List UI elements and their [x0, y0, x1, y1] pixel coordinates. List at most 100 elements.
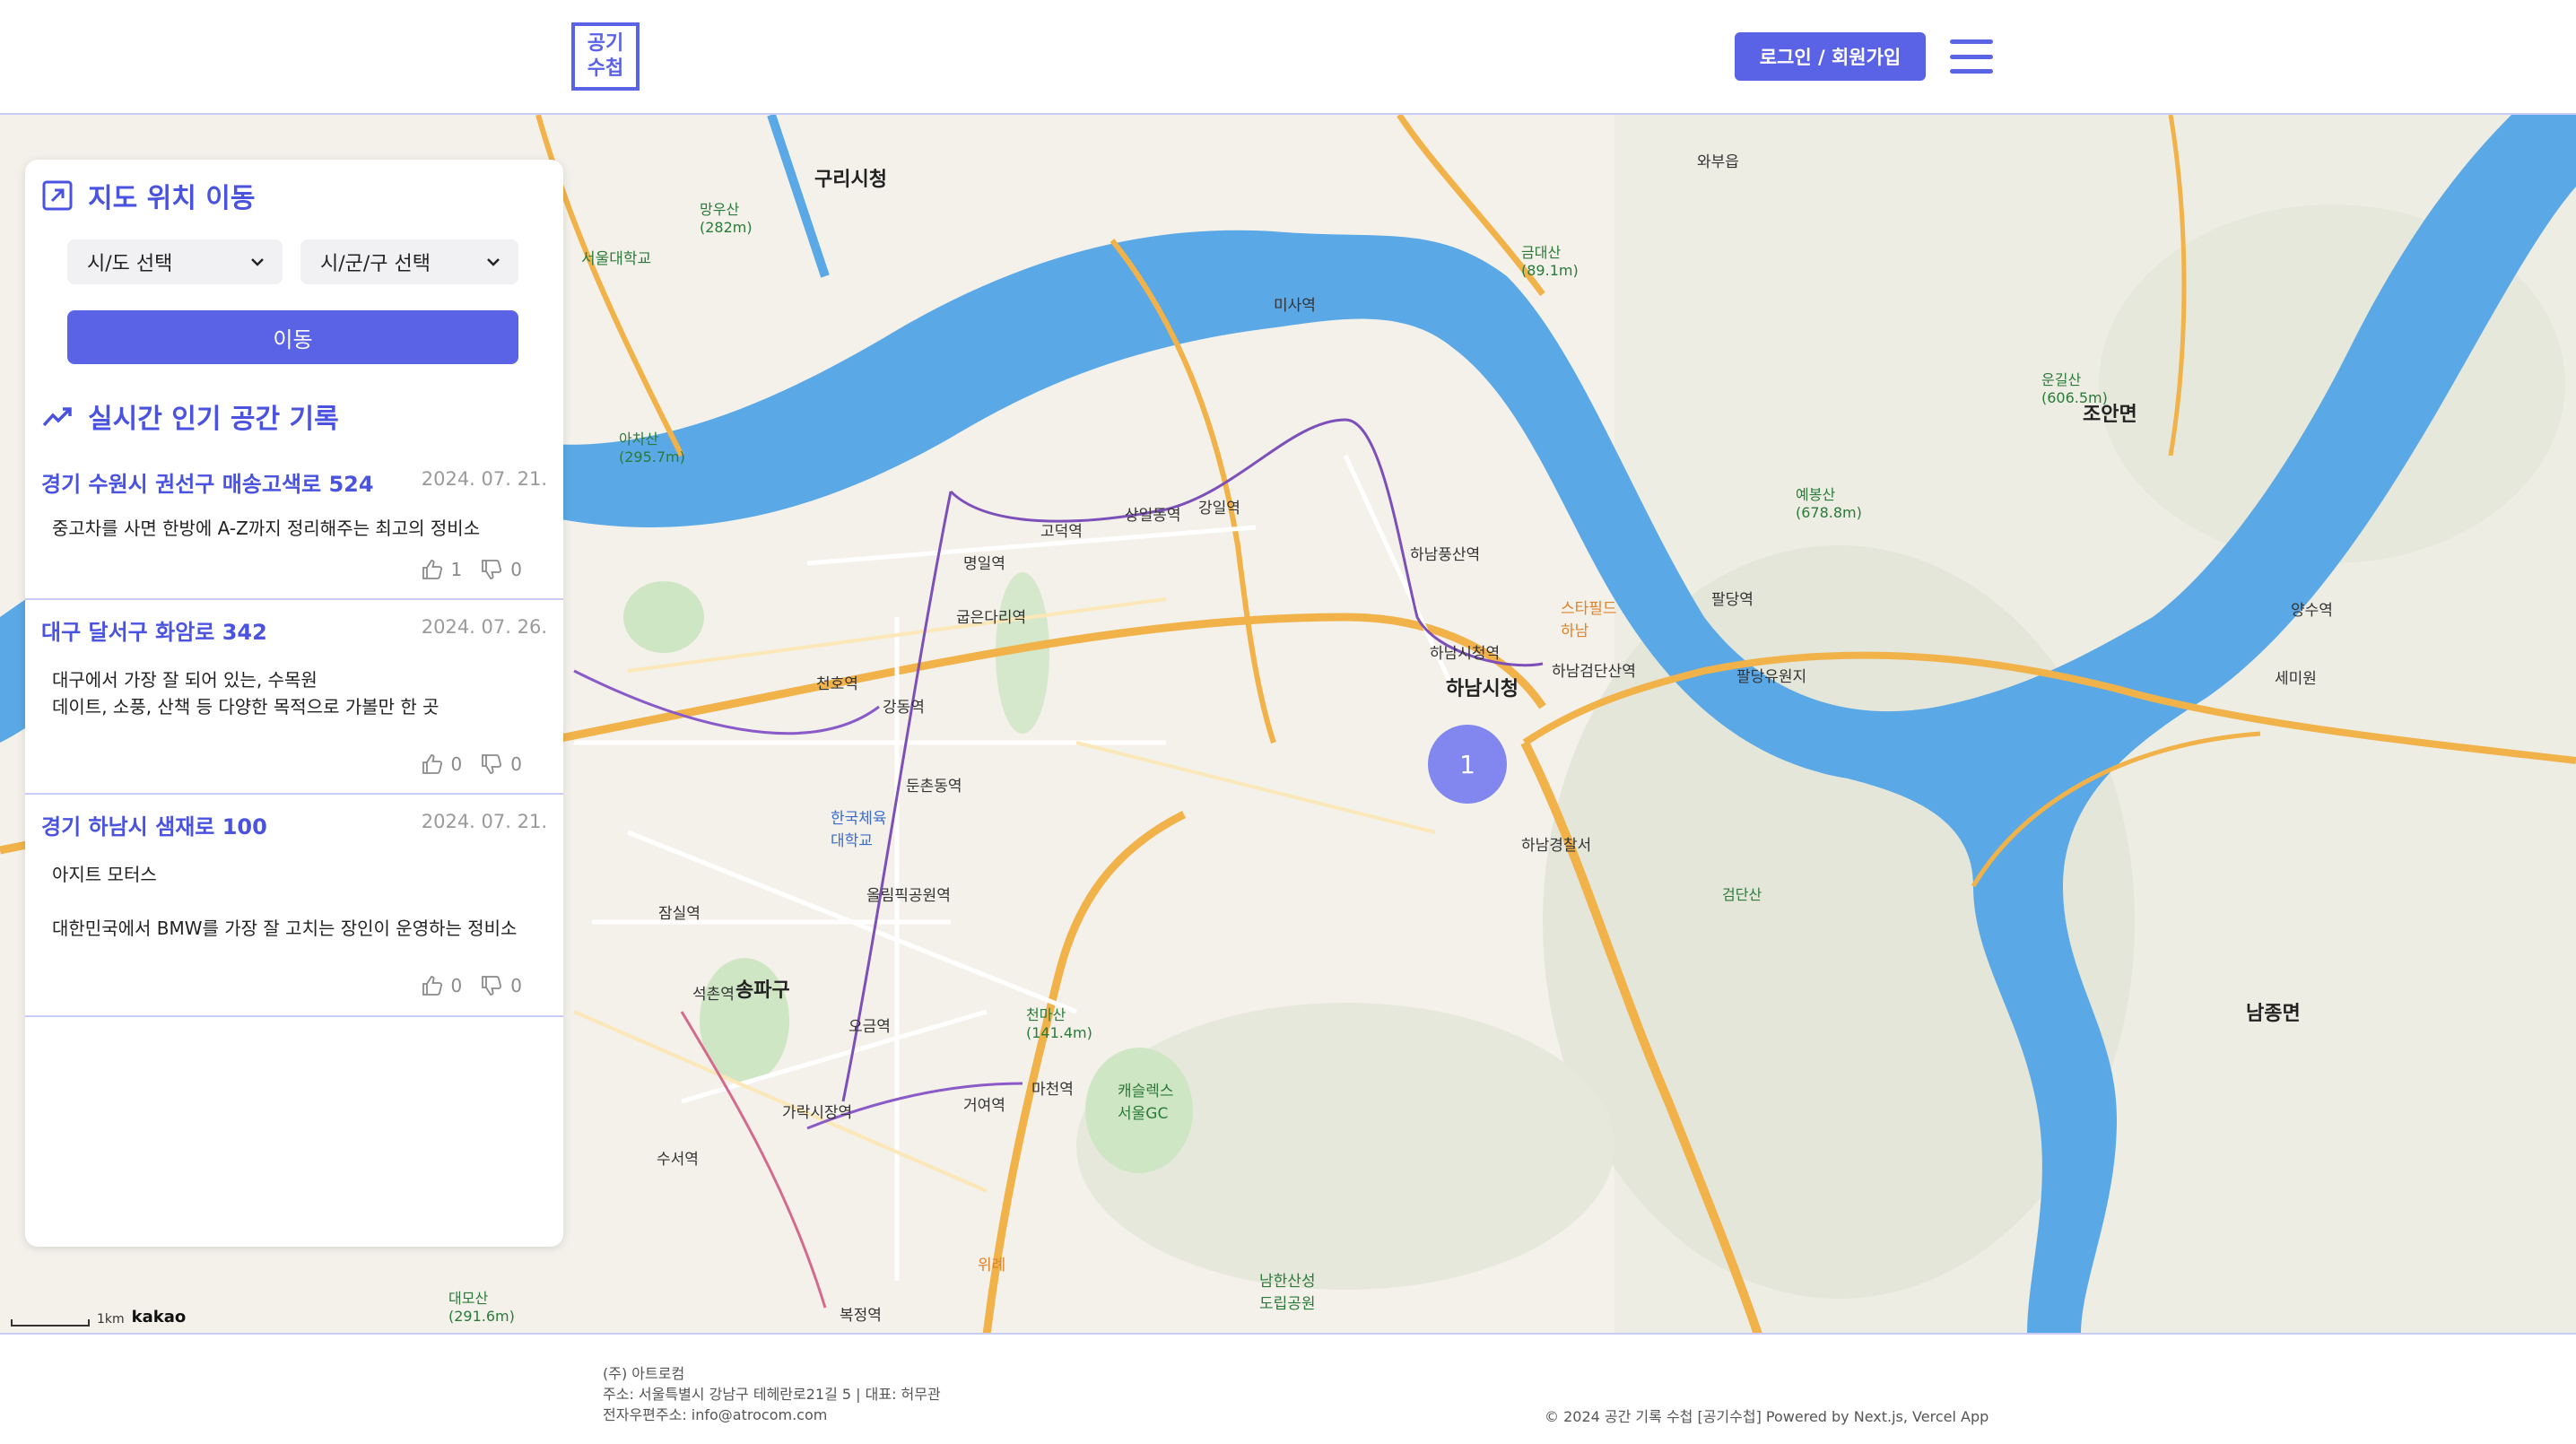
- post-item[interactable]: 대구 달서구 화암로 342 2024. 07. 26. 대구에서 가장 잘 되…: [25, 600, 563, 795]
- map-label: 굽은다리역: [956, 609, 1027, 627]
- map-label: 수서역: [657, 1151, 699, 1169]
- map-label: 천호역: [816, 675, 858, 693]
- company-name: (주) 아트로컴: [603, 1365, 685, 1382]
- section-title-text: 지도 위치 이동: [88, 183, 256, 214]
- map-provider-logo[interactable]: kakao: [132, 1308, 187, 1327]
- map-label: 망우산 (282m): [700, 201, 753, 236]
- post-title[interactable]: 경기 수원시 권선구 매송고색로 524: [41, 466, 374, 498]
- map-label: 구리시청: [814, 169, 887, 191]
- logo[interactable]: 공기 수첩: [571, 22, 640, 91]
- move-button[interactable]: 이동: [67, 310, 518, 364]
- dislike-button[interactable]: 0: [480, 974, 522, 997]
- map-label: 복정역: [840, 1307, 882, 1325]
- map-label: 예봉산 (678.8m): [1796, 486, 1862, 521]
- sidebar-panel: 지도 위치 이동 시/도 선택 시/군/구 선택 이동 실시간 인기 공간 기록…: [25, 160, 563, 1247]
- scale-label: 1km: [97, 1312, 125, 1327]
- post-reactions: 0 0: [421, 752, 522, 776]
- map-label: 마천역: [1031, 1081, 1074, 1099]
- post-item[interactable]: 경기 수원시 권선구 매송고색로 524 2024. 07. 21. 중고차를 …: [25, 454, 563, 600]
- trending-up-icon: [42, 407, 72, 427]
- hamburger-menu-icon[interactable]: [1950, 39, 1993, 74]
- sigungu-select[interactable]: 시/군/구 선택: [300, 239, 518, 284]
- sido-select[interactable]: 시/도 선택: [67, 239, 283, 284]
- map-label: 대모산 (291.6m): [448, 1290, 515, 1325]
- map-label: 둔촌동역: [906, 778, 962, 796]
- map-label: 하남시청역: [1430, 645, 1501, 663]
- map-label: 하남시청: [1446, 678, 1519, 700]
- logo-line-2: 수첩: [587, 57, 624, 80]
- sigungu-select-value: 시/군/구 선택: [320, 253, 431, 275]
- company-info: (주) 아트로컴 주소: 서울특별시 강남구 테헤란로21길 5 | 대표: 허…: [603, 1363, 941, 1425]
- map-label: 한국체육 대학교: [831, 810, 887, 850]
- like-count: 0: [450, 753, 463, 775]
- map-label: 하남경찰서: [1521, 837, 1592, 855]
- post-item[interactable]: 경기 하남시 샘재로 100 2024. 07. 21. 아지트 모터스 대한민…: [25, 795, 563, 1017]
- dislike-button[interactable]: 0: [480, 752, 522, 776]
- map-label: 세미원: [2275, 670, 2317, 688]
- map-label: 하남풍산역: [1410, 546, 1481, 564]
- map-label: 송파구: [735, 979, 790, 1002]
- post-date: 2024. 07. 21.: [421, 468, 547, 490]
- thumbs-down-icon: [482, 560, 502, 579]
- thumbs-up-icon: [422, 976, 442, 996]
- map-label: 명일역: [963, 555, 1005, 573]
- like-count: 0: [450, 975, 463, 996]
- dislike-count: 0: [510, 559, 522, 580]
- map-marker-cluster[interactable]: 1: [1428, 725, 1507, 804]
- map-label: 잠실역: [658, 905, 701, 923]
- like-button[interactable]: 1: [421, 558, 462, 581]
- map-label: 팔당유원지: [1736, 668, 1807, 686]
- map-label: 하남검단산역: [1552, 663, 1636, 681]
- external-arrow-icon: [42, 180, 73, 211]
- thumbs-up-icon: [422, 560, 442, 579]
- map-label: 거여역: [963, 1097, 1005, 1115]
- map-label: 팔당역: [1711, 591, 1754, 609]
- company-email: 전자우편주소: info@atrocom.com: [603, 1406, 828, 1423]
- map-label: 캐슬렉스 서울GC: [1118, 1083, 1174, 1123]
- map-label: 오금역: [849, 1018, 891, 1036]
- popular-section-title: 실시간 인기 공간 기록: [41, 396, 339, 436]
- like-button[interactable]: 0: [421, 752, 463, 776]
- header: 공기 수첩 로그인 / 회원가입: [0, 0, 2576, 115]
- post-title[interactable]: 경기 하남시 샘재로 100: [41, 809, 267, 840]
- post-date: 2024. 07. 21.: [421, 811, 547, 832]
- logo-line-1: 공기: [587, 32, 624, 55]
- map-move-section-title: 지도 위치 이동: [41, 176, 256, 215]
- map-label: 천마산 (141.4m): [1026, 1006, 1092, 1041]
- dislike-count: 0: [510, 753, 522, 775]
- dislike-button[interactable]: 0: [480, 558, 522, 581]
- map-label: 올림픽공원역: [866, 887, 951, 905]
- like-button[interactable]: 0: [421, 974, 463, 997]
- map-label: 운길산 (606.5m): [2041, 371, 2108, 406]
- post-title[interactable]: 대구 달서구 화암로 342: [41, 614, 267, 646]
- map-label: 서울대학교: [581, 250, 652, 268]
- thumbs-down-icon: [482, 976, 502, 996]
- login-signup-button[interactable]: 로그인 / 회원가입: [1735, 32, 1926, 81]
- dislike-count: 0: [510, 975, 522, 996]
- map-label: 아차산 (295.7m): [619, 431, 685, 465]
- post-reactions: 1 0: [421, 558, 522, 581]
- chevron-down-icon: [487, 258, 500, 266]
- map-label: 강일역: [1198, 500, 1240, 518]
- section-title-text: 실시간 인기 공간 기록: [88, 404, 339, 435]
- map-label: 와부읍: [1697, 153, 1739, 171]
- copyright: © 2024 공간 기록 수첩 [공기수첩] Powered by Next.j…: [1545, 1408, 1989, 1425]
- map-label: 금대산 (89.1m): [1521, 244, 1579, 279]
- map-label: 강동역: [883, 699, 925, 717]
- thumbs-up-icon: [422, 754, 442, 774]
- post-body: 아지트 모터스 대한민국에서 BMW를 가장 잘 고치는 장인이 운영하는 정비…: [52, 864, 518, 939]
- footer: (주) 아트로컴 주소: 서울특별시 강남구 테헤란로21길 5 | 대표: 허…: [0, 1336, 2576, 1444]
- post-reactions: 0 0: [421, 974, 522, 997]
- map-label: 스타필드 하남: [1561, 600, 1617, 640]
- map-label: 검단산: [1722, 886, 1762, 903]
- post-body: 중고차를 사면 한방에 A-Z까지 정리해주는 최고의 정비소: [52, 518, 481, 539]
- map-label: 남한산성 도립공원: [1259, 1273, 1316, 1313]
- chevron-down-icon: [251, 258, 264, 266]
- map-label: 가락시장역: [782, 1104, 853, 1122]
- map-label: 상일동역: [1125, 507, 1181, 525]
- map-label: 석촌역: [692, 986, 735, 1004]
- post-date: 2024. 07. 26.: [421, 616, 547, 638]
- sido-select-value: 시/도 선택: [87, 253, 173, 275]
- map-label: 남종면: [2246, 1003, 2301, 1025]
- map-label: 위례: [978, 1257, 1006, 1274]
